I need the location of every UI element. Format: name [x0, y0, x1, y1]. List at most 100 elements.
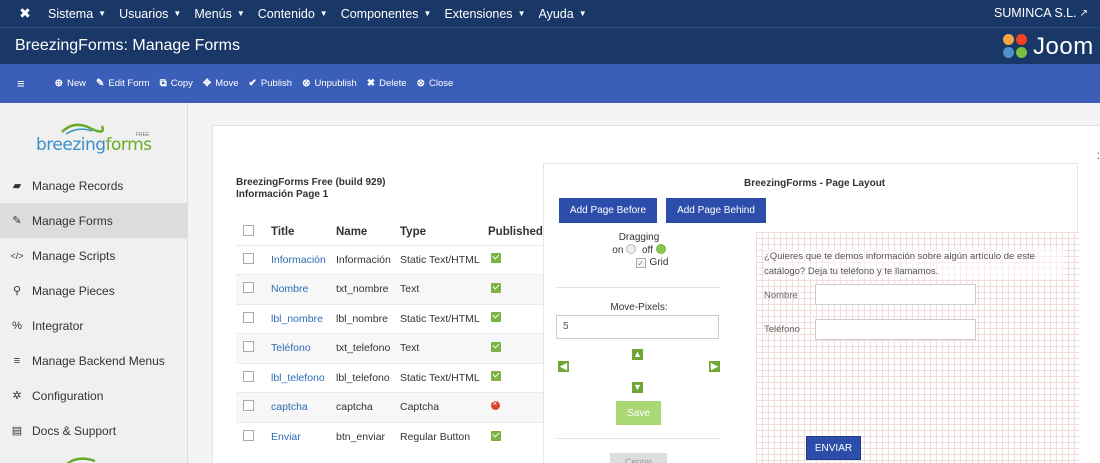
- dragging-on-radio[interactable]: [626, 244, 637, 254]
- dragging-controls: Dragging on off ✓ Grid: [558, 232, 720, 269]
- new-button[interactable]: ⊕ New: [55, 78, 86, 89]
- add-page-behind-button[interactable]: Add Page Behind: [666, 198, 766, 223]
- add-page-before-button[interactable]: Add Page Before: [559, 198, 657, 223]
- row-checkbox[interactable]: [243, 341, 254, 353]
- select-all-cell: [236, 219, 271, 245]
- menu-usuarios[interactable]: Usuarios ▼: [119, 7, 181, 21]
- title-cell: lbl_nombre: [271, 303, 336, 334]
- arrow-left-icon[interactable]: ◀: [558, 361, 569, 372]
- button-label: Unpublish: [314, 78, 357, 89]
- published-check-icon[interactable]: [491, 282, 501, 293]
- unpublish-button[interactable]: ⊗ Unpublish: [302, 78, 357, 89]
- row-select-cell: [236, 392, 271, 422]
- title-link[interactable]: Teléfono: [271, 342, 311, 354]
- column-header-type[interactable]: Type: [400, 219, 488, 245]
- grid-checkbox[interactable]: ✓: [635, 258, 646, 268]
- row-checkbox[interactable]: [243, 430, 254, 441]
- joomla-logo: Joom: [1003, 33, 1094, 61]
- button-label: New: [66, 78, 86, 89]
- title-link[interactable]: lbl_telefono: [271, 372, 325, 384]
- move-pixels-label: Move-Pixels:: [610, 302, 668, 313]
- sidebar-item-manage-forms[interactable]: ✎ Manage Forms: [0, 203, 188, 238]
- title-link[interactable]: captcha: [271, 401, 308, 413]
- sidebar-item-manage-records[interactable]: ▰ Manage Records: [0, 168, 188, 203]
- folder-open-icon: ▰: [12, 180, 22, 192]
- layout-grid-canvas[interactable]: ¿Quieres que te demos información sobre …: [756, 232, 1079, 463]
- menu-label: Contenido: [257, 6, 315, 21]
- caret-down-icon: ▼: [98, 9, 107, 18]
- menu-extensiones[interactable]: Extensiones ▼: [444, 7, 525, 21]
- sidebar-item-manage-backend-menus[interactable]: ≡ Manage Backend Menus: [0, 343, 188, 378]
- menu-menus[interactable]: Menús ▼: [194, 7, 244, 21]
- row-select-cell: [236, 303, 271, 334]
- menu-contenido[interactable]: Contenido ▼: [258, 7, 328, 21]
- menu-sistema[interactable]: Sistema ▼: [48, 7, 106, 21]
- move-button[interactable]: ✥ Move: [203, 78, 239, 89]
- menu-ayuda[interactable]: Ayuda ▼: [538, 7, 586, 21]
- name-cell: lbl_nombre: [336, 303, 400, 334]
- preview-question-text: ¿Quieres que te demos información sobre …: [764, 249, 1064, 279]
- name-cell: lbl_telefono: [336, 362, 400, 393]
- sidebar-item-integrator[interactable]: % Integrator: [0, 308, 188, 343]
- copy-icon: ⧉: [159, 78, 167, 89]
- copy-button[interactable]: ⧉ Copy: [160, 78, 193, 89]
- row-checkbox[interactable]: [243, 400, 254, 412]
- arrow-right-icon[interactable]: ▶: [709, 361, 720, 372]
- row-checkbox[interactable]: [243, 370, 254, 382]
- menu-toggle-icon[interactable]: ≡: [17, 76, 25, 91]
- column-header-title[interactable]: Title: [271, 219, 336, 245]
- sidebar-item-label: Docs & Support: [32, 423, 117, 438]
- preview-phone-input[interactable]: [815, 319, 976, 340]
- dragging-off-radio[interactable]: [655, 244, 666, 254]
- sidebar-item-label: Manage Pieces: [32, 283, 115, 298]
- title-link[interactable]: lbl_nombre: [271, 313, 323, 325]
- site-link[interactable]: SUMINCA S.L. ↗: [994, 6, 1088, 20]
- page-info: Información Page 1: [236, 189, 329, 200]
- title-link[interactable]: Información: [271, 254, 326, 266]
- column-header-name[interactable]: Name: [336, 219, 400, 245]
- document-icon: ▤: [11, 425, 23, 437]
- sidebar-item-manage-pieces[interactable]: ⚲ Manage Pieces: [0, 273, 188, 308]
- caret-down-icon: ▼: [236, 9, 245, 18]
- menu-label: Menús: [194, 6, 232, 21]
- row-checkbox[interactable]: [243, 282, 254, 294]
- check-icon: ✔: [248, 78, 257, 89]
- preview-submit-button[interactable]: ENVIAR: [806, 436, 861, 460]
- percent-icon: %: [12, 319, 22, 332]
- center-button[interactable]: Center: [610, 453, 667, 463]
- sidebar-item-manage-scripts[interactable]: </> Manage Scripts: [0, 238, 188, 273]
- row-select-cell: [236, 333, 271, 363]
- sidebar-item-configuration[interactable]: ✲ Configuration: [0, 378, 188, 413]
- published-check-icon[interactable]: [491, 253, 501, 264]
- preview-name-input[interactable]: [815, 284, 976, 305]
- plus-circle-icon: ⊕: [54, 78, 63, 89]
- button-label: Move: [215, 78, 239, 89]
- title-link[interactable]: Nombre: [271, 283, 308, 295]
- published-check-icon[interactable]: [491, 312, 501, 323]
- published-check-icon[interactable]: [491, 430, 501, 441]
- unpublished-x-icon[interactable]: [491, 399, 500, 411]
- name-cell: txt_nombre: [336, 274, 400, 304]
- row-checkbox[interactable]: [243, 311, 254, 323]
- published-check-icon[interactable]: [491, 341, 501, 352]
- row-checkbox[interactable]: [243, 252, 254, 264]
- arrow-up-icon[interactable]: ▲: [632, 349, 643, 360]
- joomla-icon[interactable]: ✖: [14, 5, 36, 22]
- move-pixels-input[interactable]: 5: [556, 315, 719, 339]
- select-all-checkbox[interactable]: [243, 224, 254, 236]
- caret-down-icon: ▼: [517, 9, 526, 18]
- published-check-icon[interactable]: [491, 371, 501, 382]
- save-button[interactable]: Save: [616, 401, 661, 425]
- sidebar-item-docs-support[interactable]: ▤ Docs & Support: [0, 413, 188, 448]
- logo-word-a: breezing: [36, 135, 106, 155]
- menu-componentes[interactable]: Componentes ▼: [341, 7, 432, 21]
- build-info: BreezingForms Free (build 929) Informaci…: [236, 177, 385, 201]
- title-link[interactable]: Enviar: [271, 431, 301, 443]
- site-name: SUMINCA S.L.: [993, 6, 1077, 20]
- publish-button[interactable]: ✔ Publish: [249, 78, 293, 89]
- edit-form-button[interactable]: ✎ Edit Form: [96, 78, 150, 89]
- close-button[interactable]: ⊗ Close: [417, 78, 454, 89]
- delete-button[interactable]: ✖ Delete: [367, 78, 407, 89]
- arrow-down-icon[interactable]: ▼: [632, 382, 643, 393]
- type-cell: Regular Button: [400, 421, 488, 452]
